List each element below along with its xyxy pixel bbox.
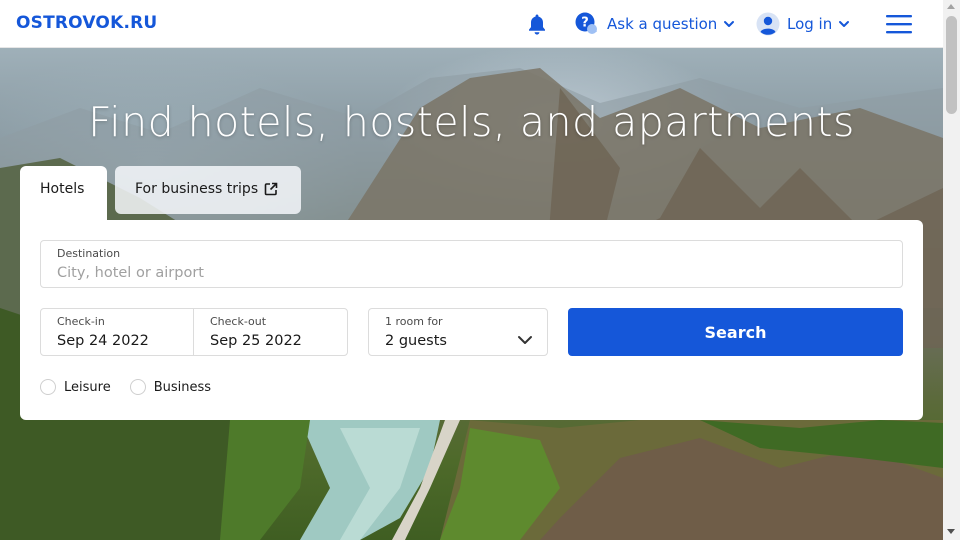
- chevron-down-icon: [839, 21, 850, 27]
- destination-field[interactable]: Destination City, hotel or airport: [40, 240, 903, 288]
- question-icon: ?: [575, 12, 597, 34]
- top-header: OSTROVOK.RU ? Ask a question Log in: [0, 0, 943, 48]
- site-logo[interactable]: OSTROVOK.RU: [16, 13, 157, 33]
- business-label[interactable]: Business: [154, 380, 211, 395]
- external-link-icon: [264, 182, 278, 196]
- hamburger-menu-icon[interactable]: [886, 14, 912, 34]
- tab-hotels[interactable]: Hotels: [20, 166, 107, 222]
- trip-purpose-group: Leisure Business: [40, 379, 211, 395]
- destination-label: Destination: [57, 247, 121, 260]
- checkout-field[interactable]: Check-out Sep 25 2022: [193, 308, 348, 356]
- ask-question-label: Ask a question: [607, 15, 718, 33]
- destination-input[interactable]: City, hotel or airport: [57, 265, 204, 281]
- checkin-field[interactable]: Check-in Sep 24 2022: [40, 308, 194, 356]
- hero-title: Find hotels, hostels, and apartments: [88, 98, 855, 146]
- chevron-down-icon: [724, 21, 735, 27]
- checkin-label: Check-in: [57, 315, 105, 328]
- checkout-label: Check-out: [210, 315, 267, 328]
- bell-icon[interactable]: [527, 13, 547, 35]
- search-button-label: Search: [704, 322, 767, 342]
- tab-business-label: For business trips: [135, 181, 259, 197]
- scroll-up-arrow-icon[interactable]: [947, 4, 955, 9]
- leisure-label[interactable]: Leisure: [64, 380, 111, 395]
- user-avatar-icon: [756, 12, 780, 36]
- business-radio[interactable]: [129, 379, 146, 395]
- guests-label: 1 room for: [385, 315, 443, 328]
- guests-value: 2 guests: [385, 333, 447, 349]
- search-form-card: Destination City, hotel or airport Check…: [20, 220, 923, 420]
- guests-select[interactable]: 1 room for 2 guests: [368, 308, 548, 356]
- chevron-down-icon: [518, 336, 532, 344]
- scroll-down-arrow-icon[interactable]: [947, 529, 955, 534]
- tab-business-trips[interactable]: For business trips: [115, 166, 301, 214]
- search-button[interactable]: Search: [568, 308, 903, 356]
- ask-question-button[interactable]: ? Ask a question: [575, 12, 735, 36]
- checkout-value: Sep 25 2022: [210, 333, 302, 349]
- svg-text:?: ?: [581, 16, 589, 31]
- scrollbar-thumb[interactable]: [946, 16, 957, 114]
- checkin-value: Sep 24 2022: [57, 333, 149, 349]
- page-scrollbar[interactable]: [943, 0, 960, 540]
- login-label: Log in: [787, 15, 833, 33]
- login-button[interactable]: Log in: [756, 11, 850, 37]
- tab-hotels-label: Hotels: [40, 181, 85, 197]
- leisure-radio[interactable]: [40, 379, 56, 395]
